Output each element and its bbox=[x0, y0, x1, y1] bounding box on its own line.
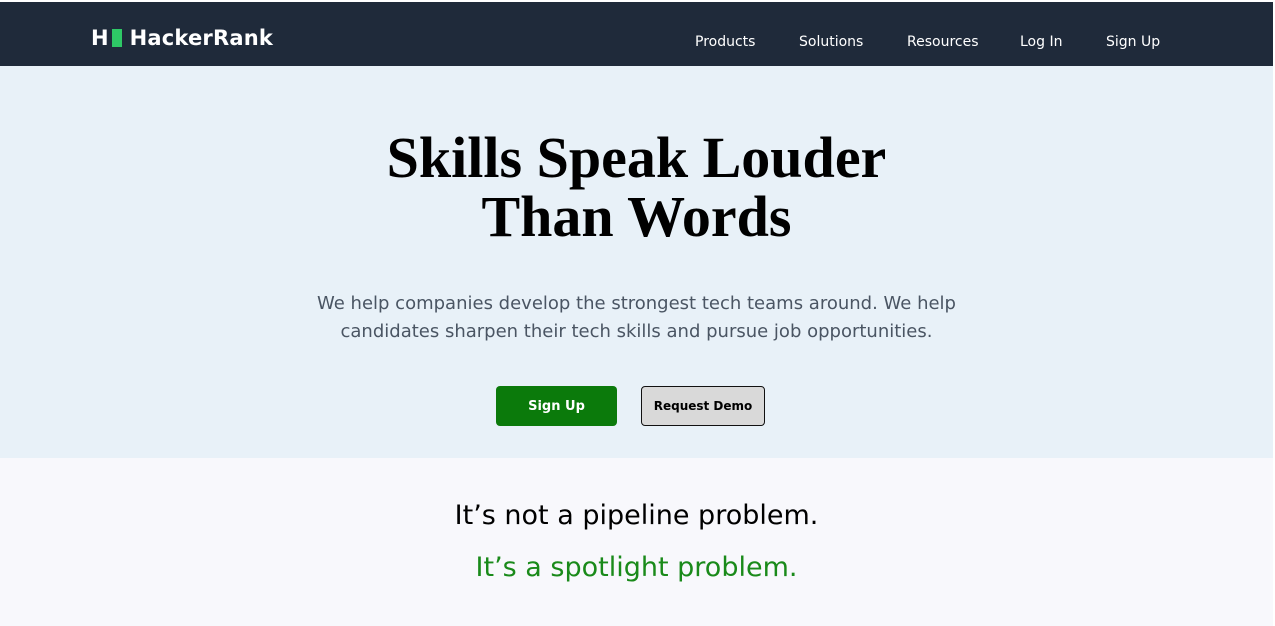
hero-signup-button[interactable]: Sign Up bbox=[496, 386, 617, 426]
logo-square-icon bbox=[111, 29, 122, 47]
logo-text: HackerRank bbox=[129, 26, 274, 50]
spotlight-heading: It’s a spotlight problem. bbox=[475, 552, 798, 583]
hero-title-line2: Than Words bbox=[481, 184, 792, 249]
nav-resources[interactable]: Resources bbox=[907, 32, 979, 52]
tagline-section: It’s not a pipeline problem. It’s a spot… bbox=[0, 458, 1273, 626]
hero-subtitle-line2: candidates sharpen their tech skills and… bbox=[340, 321, 933, 342]
hero-subtitle-line1: We help companies develop the strongest … bbox=[317, 293, 956, 314]
hero-section: Skills Speak Louder Than Words We help c… bbox=[0, 66, 1273, 458]
request-demo-button[interactable]: Request Demo bbox=[641, 386, 765, 426]
hero-subtitle: We help companies develop the strongest … bbox=[290, 290, 983, 346]
nav-products[interactable]: Products bbox=[695, 32, 755, 52]
hero-title-line1: Skills Speak Louder bbox=[386, 125, 887, 190]
hackerrank-logo[interactable]: H HackerRank bbox=[91, 26, 273, 50]
top-navbar: H HackerRank Products Solutions Resource… bbox=[0, 2, 1273, 66]
logo-letter: H bbox=[91, 26, 109, 50]
hero-title: Skills Speak Louder Than Words bbox=[0, 128, 1273, 246]
pipeline-heading: It’s not a pipeline problem. bbox=[454, 500, 819, 531]
nav-solutions[interactable]: Solutions bbox=[799, 32, 863, 52]
nav-signup[interactable]: Sign Up bbox=[1106, 32, 1160, 52]
nav-login[interactable]: Log In bbox=[1020, 32, 1062, 52]
